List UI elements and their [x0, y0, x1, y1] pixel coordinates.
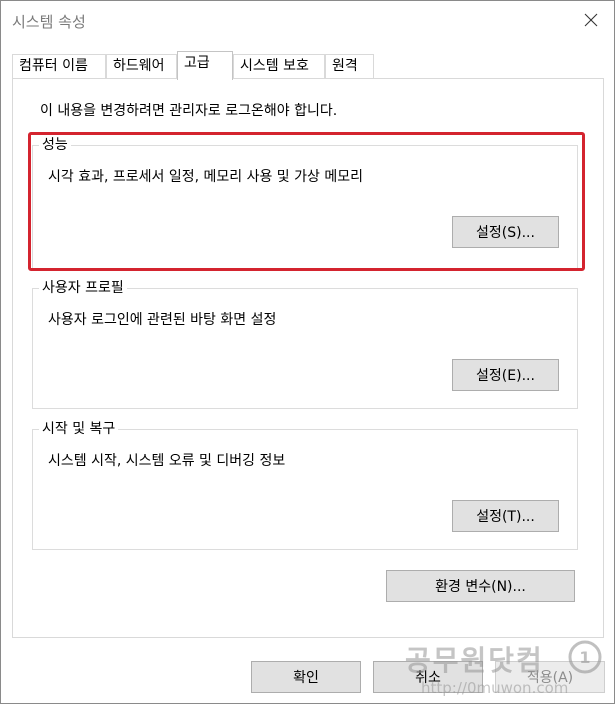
title-bar: 시스템 속성: [1, 1, 614, 41]
close-button[interactable]: [568, 1, 614, 39]
tab-remote[interactable]: 원격: [325, 54, 374, 79]
apply-button[interactable]: 적용(A): [495, 661, 605, 693]
close-icon: [584, 13, 598, 27]
tab-hardware[interactable]: 하드웨어: [106, 54, 177, 79]
startup-recovery-group: 시작 및 복구 시스템 시작, 시스템 오류 및 디버깅 정보 설정(T)...: [32, 420, 578, 550]
user-profiles-group-title: 사용자 프로필: [39, 279, 127, 297]
highlight-box: [28, 132, 585, 271]
tab-computer-name[interactable]: 컴퓨터 이름: [12, 54, 106, 79]
ok-button[interactable]: 확인: [251, 661, 361, 693]
window-title: 시스템 속성: [12, 13, 86, 31]
system-properties-window: 시스템 속성 컴퓨터 이름 하드웨어 고급 시스템 보호 원격 이 내용을 변경…: [0, 0, 615, 704]
admin-notice: 이 내용을 변경하려면 관리자로 로그온해야 합니다.: [40, 103, 338, 119]
tab-system-protection[interactable]: 시스템 보호: [233, 54, 325, 79]
startup-recovery-group-title: 시작 및 복구: [39, 420, 119, 438]
user-profiles-group: 사용자 프로필 사용자 로그인에 관련된 바탕 화면 설정 설정(E)...: [32, 279, 578, 409]
user-profiles-description: 사용자 로그인에 관련된 바탕 화면 설정: [48, 312, 277, 328]
startup-recovery-settings-button[interactable]: 설정(T)...: [452, 500, 559, 532]
environment-variables-button[interactable]: 환경 변수(N)...: [386, 570, 575, 602]
startup-recovery-description: 시스템 시작, 시스템 오류 및 디버깅 정보: [48, 453, 286, 469]
tab-advanced[interactable]: 고급: [177, 51, 233, 80]
user-profiles-settings-button[interactable]: 설정(E)...: [452, 359, 559, 391]
cancel-button[interactable]: 취소: [373, 661, 483, 693]
